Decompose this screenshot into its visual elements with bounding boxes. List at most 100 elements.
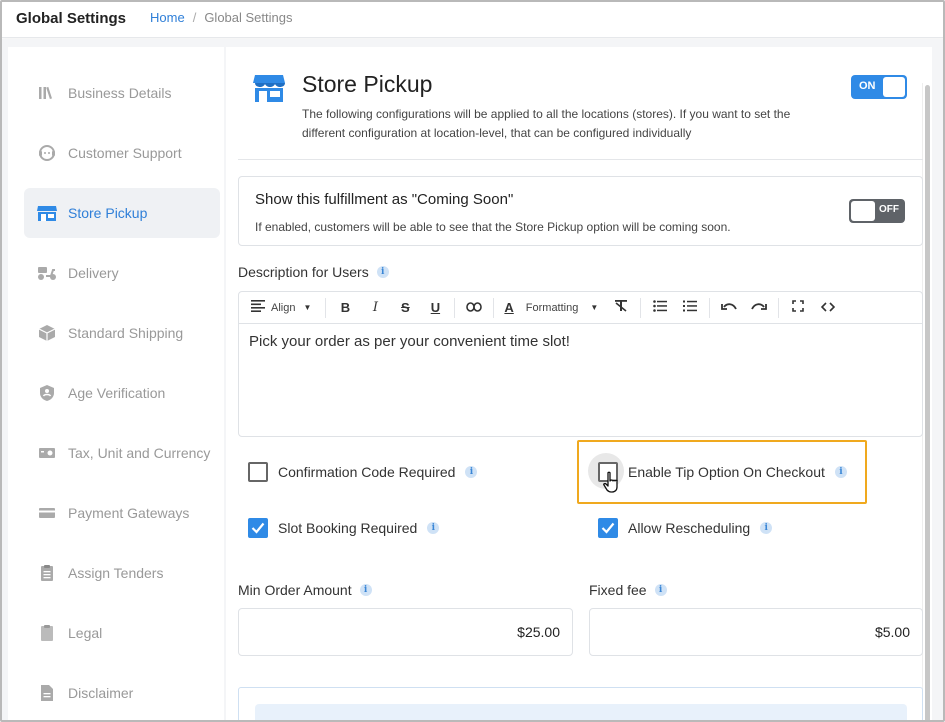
checkmark-icon	[251, 522, 265, 534]
code-view-button[interactable]	[813, 292, 843, 324]
enable-tip-checkbox[interactable]: Enable Tip Option On Checkout i	[598, 462, 847, 482]
clipboard-list-icon	[36, 562, 58, 584]
sidebar-item-store-pickup[interactable]: Store Pickup	[24, 188, 220, 238]
coming-soon-toggle[interactable]: OFF	[849, 199, 905, 223]
sidebar-item-label: Standard Shipping	[68, 325, 184, 341]
numbered-list-button[interactable]	[675, 292, 705, 324]
fullscreen-button[interactable]	[783, 292, 813, 324]
sidebar-item-tax-unit-currency[interactable]: Tax, Unit and Currency	[24, 428, 220, 478]
allow-rescheduling-checkbox[interactable]: Allow Rescheduling i	[598, 518, 773, 538]
settings-sidebar: Business Details Customer Support Store …	[8, 47, 224, 720]
hand-cursor-icon	[602, 471, 620, 498]
chevron-down-icon: ▼	[590, 303, 599, 312]
clear-format-icon	[614, 300, 628, 315]
underline-icon: U	[430, 300, 441, 315]
checkbox[interactable]	[248, 518, 268, 538]
redo-button[interactable]	[744, 292, 774, 324]
sidebar-item-disclaimer[interactable]: Disclaimer	[24, 668, 220, 718]
checkbox-label: Enable Tip Option On Checkout	[628, 464, 825, 480]
store-pickup-enabled-toggle[interactable]: ON	[851, 75, 907, 99]
toolbar-separator	[778, 297, 780, 318]
storefront-icon	[252, 73, 286, 103]
checkbox-label: Allow Rescheduling	[628, 520, 751, 536]
underline-button[interactable]: U	[420, 292, 450, 324]
fixed-fee-input[interactable]: $5.00	[589, 608, 923, 656]
text-color-icon: A	[504, 300, 514, 315]
content-area: Business Details Customer Support Store …	[2, 39, 943, 720]
code-icon	[821, 300, 836, 315]
sidebar-item-standard-shipping[interactable]: Standard Shipping	[24, 308, 220, 358]
sidebar-item-assign-tenders[interactable]: Assign Tenders	[24, 548, 220, 598]
undo-button[interactable]	[714, 292, 744, 324]
confirmation-code-checkbox[interactable]: Confirmation Code Required i	[248, 462, 478, 482]
bold-button[interactable]: B	[330, 292, 360, 324]
italic-icon: I	[372, 300, 378, 315]
toggle-knob	[883, 77, 905, 97]
align-dropdown[interactable]: Align ▼	[251, 292, 311, 324]
input-value: $5.00	[874, 624, 910, 640]
input-value: $25.00	[517, 624, 560, 640]
toolbar-separator	[454, 297, 456, 318]
breadcrumb-home-link[interactable]: Home	[150, 10, 185, 25]
sidebar-item-label: Age Verification	[68, 385, 166, 401]
info-icon[interactable]: i	[359, 584, 372, 596]
info-icon[interactable]: i	[376, 266, 389, 278]
app-window: Global Settings Home / Global Settings B…	[0, 0, 945, 722]
toolbar-separator	[709, 297, 711, 318]
italic-button[interactable]: I	[360, 292, 390, 324]
app-title: Global Settings	[16, 10, 127, 27]
sidebar-item-customer-support[interactable]: Customer Support	[24, 128, 220, 178]
formatting-dropdown[interactable]: A Formatting ▼	[504, 292, 598, 324]
page-title: Store Pickup	[302, 71, 433, 97]
checkbox-label: Confirmation Code Required	[278, 464, 456, 480]
strikethrough-icon: S	[401, 300, 410, 315]
fullscreen-icon	[792, 300, 805, 315]
strikethrough-button[interactable]: S	[390, 292, 420, 324]
info-icon[interactable]: i	[465, 466, 478, 478]
credit-card-icon	[36, 502, 58, 524]
sidebar-item-business-details[interactable]: Business Details	[24, 68, 220, 118]
bold-icon: B	[340, 300, 351, 315]
bulleted-list-button[interactable]	[645, 292, 675, 324]
info-icon[interactable]: i	[760, 522, 773, 534]
store-pickup-panel: Store Pickup The following configuration…	[226, 47, 932, 720]
field-label-text: Fixed fee	[589, 582, 647, 598]
slot-booking-checkbox[interactable]: Slot Booking Required i	[248, 518, 440, 538]
field-label-text: Min Order Amount	[238, 582, 352, 598]
sidebar-item-delivery[interactable]: Delivery	[24, 248, 220, 298]
bulleted-list-icon	[653, 300, 668, 315]
shield-person-icon	[36, 382, 58, 404]
sidebar-item-legal[interactable]: Legal	[24, 608, 220, 658]
toolbar-separator	[493, 297, 495, 318]
numbered-list-icon	[683, 300, 698, 315]
min-order-amount-input[interactable]: $25.00	[238, 608, 573, 656]
sidebar-item-label: Store Pickup	[68, 205, 148, 221]
sidebar-item-payment-gateways[interactable]: Payment Gateways	[24, 488, 220, 538]
toggle-label: ON	[859, 80, 876, 92]
align-label: Align	[271, 301, 296, 314]
document-icon	[36, 622, 58, 644]
delivery-scooter-icon	[36, 262, 58, 284]
checkbox[interactable]	[598, 518, 618, 538]
sidebar-item-label: Assign Tenders	[68, 565, 164, 581]
field-label-text: Description for Users	[238, 264, 369, 280]
divider	[238, 159, 923, 160]
undo-icon	[721, 300, 738, 315]
clear-formatting-button[interactable]	[606, 292, 636, 324]
toolbar-separator	[640, 297, 642, 318]
info-icon[interactable]: i	[654, 584, 667, 596]
link-button[interactable]	[459, 292, 489, 324]
coming-soon-description: If enabled, customers will be able to se…	[255, 220, 731, 234]
checkbox[interactable]	[248, 462, 268, 482]
link-icon	[466, 300, 483, 315]
editor-content[interactable]: Pick your order as per your convenient t…	[249, 333, 570, 350]
sidebar-item-age-verification[interactable]: Age Verification	[24, 368, 220, 418]
library-icon	[36, 82, 58, 104]
scrollbar-thumb[interactable]	[925, 85, 930, 720]
coming-soon-card: Show this fulfillment as "Coming Soon" I…	[238, 176, 923, 246]
info-icon[interactable]: i	[427, 522, 440, 534]
coming-soon-title: Show this fulfillment as "Coming Soon"	[255, 191, 514, 208]
toggle-label: OFF	[879, 204, 899, 215]
breadcrumb-separator: /	[192, 10, 197, 25]
info-icon[interactable]: i	[834, 466, 847, 478]
